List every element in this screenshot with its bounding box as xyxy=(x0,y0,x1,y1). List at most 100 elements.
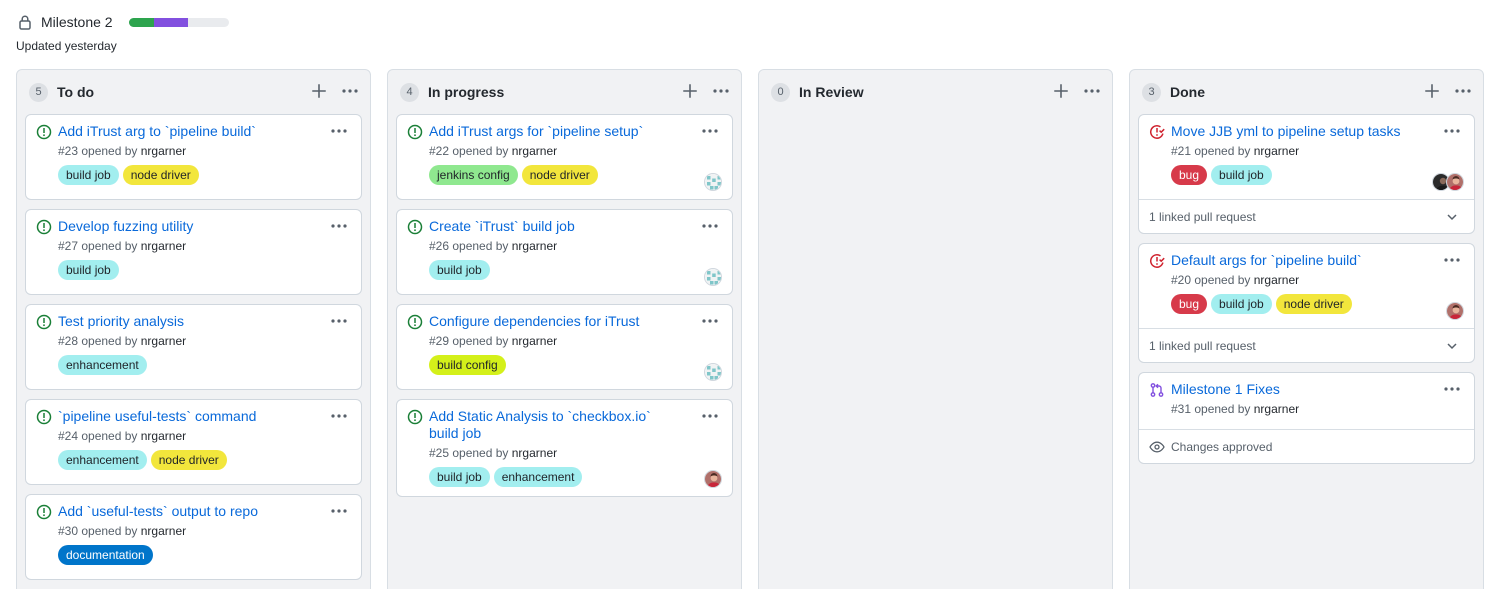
issue-label[interactable]: jenkins config xyxy=(429,165,518,185)
card-title-link[interactable]: Configure dependencies for iTrust xyxy=(429,313,722,330)
author-link[interactable]: nrgarner xyxy=(141,334,186,348)
author-link[interactable]: nrgarner xyxy=(141,429,186,443)
issue-card[interactable]: Default args for `pipeline build` #20 ope… xyxy=(1138,243,1475,363)
assignee-avatar[interactable] xyxy=(1446,302,1464,320)
label-list: build job xyxy=(429,260,722,280)
assignee-avatar[interactable] xyxy=(704,470,722,488)
author-link[interactable]: nrgarner xyxy=(512,144,557,158)
chevron-down-icon[interactable] xyxy=(1446,340,1458,352)
column-menu-kebab-icon[interactable] xyxy=(1453,82,1473,100)
issue-label[interactable]: enhancement xyxy=(493,467,583,487)
issue-label[interactable]: enhancement xyxy=(58,355,147,375)
issue-card[interactable]: Test priority analysis #28 opened by nrga… xyxy=(25,304,362,390)
issue-card[interactable]: Create `iTrust` build job #26 opened by n… xyxy=(396,209,733,295)
milestone-title[interactable]: Milestone 2 xyxy=(41,14,113,30)
add-card-plus-icon[interactable] xyxy=(1423,82,1441,100)
card-menu-kebab-icon[interactable] xyxy=(1442,252,1462,268)
card-menu-kebab-icon[interactable] xyxy=(329,123,349,139)
card-title-link[interactable]: `pipeline useful-tests` command xyxy=(58,408,351,425)
card-body: Default args for `pipeline build` #20 ope… xyxy=(1139,244,1474,328)
author-link[interactable]: nrgarner xyxy=(512,446,557,460)
card-title-link[interactable]: Milestone 1 Fixes xyxy=(1171,381,1464,398)
card-body: Add `useful-tests` output to repo #30 ope… xyxy=(26,495,361,579)
column-menu-kebab-icon[interactable] xyxy=(340,82,360,100)
issue-label[interactable]: build job xyxy=(1211,165,1272,185)
card-menu-kebab-icon[interactable] xyxy=(329,503,349,519)
card-title-link[interactable]: Develop fuzzing utility xyxy=(58,218,351,235)
issue-label[interactable]: documentation xyxy=(58,545,153,565)
author-link[interactable]: nrgarner xyxy=(512,239,557,253)
card-menu-kebab-icon[interactable] xyxy=(1442,123,1462,139)
open-issue-icon xyxy=(407,409,423,425)
assignee-avatar[interactable] xyxy=(1446,173,1464,191)
card-title-link[interactable]: Add iTrust arg to `pipeline build` xyxy=(58,123,351,140)
column-header: 5 To do xyxy=(17,70,370,114)
issue-card[interactable]: Add iTrust arg to `pipeline build` #23 op… xyxy=(25,114,362,200)
card-menu-kebab-icon[interactable] xyxy=(329,408,349,424)
card-title-link[interactable]: Add `useful-tests` output to repo xyxy=(58,503,351,520)
issue-card[interactable]: Develop fuzzing utility #27 opened by nrg… xyxy=(25,209,362,295)
issue-label[interactable]: enhancement xyxy=(58,450,147,470)
card-menu-kebab-icon[interactable] xyxy=(329,218,349,234)
card-menu-kebab-icon[interactable] xyxy=(329,313,349,329)
label-list: build job xyxy=(58,260,351,280)
add-card-plus-icon[interactable] xyxy=(310,82,328,100)
card-meta: #26 opened by nrgarner xyxy=(429,239,722,254)
linked-pr-toggle[interactable]: 1 linked pull request xyxy=(1139,199,1474,233)
updated-timestamp: Updated yesterday xyxy=(16,39,117,53)
author-link[interactable]: nrgarner xyxy=(141,524,186,538)
issue-label[interactable]: build job xyxy=(429,467,490,487)
issue-card[interactable]: Add iTrust args for `pipeline setup` #22 … xyxy=(396,114,733,200)
add-card-plus-icon[interactable] xyxy=(681,82,699,100)
card-menu-kebab-icon[interactable] xyxy=(700,123,720,139)
issue-card[interactable]: Milestone 1 Fixes #31 opened by nrgarner C… xyxy=(1138,372,1475,464)
card-title-link[interactable]: Add iTrust args for `pipeline setup` xyxy=(429,123,722,140)
assignee-avatar[interactable] xyxy=(704,363,722,381)
issue-card[interactable]: `pipeline useful-tests` command #24 opene… xyxy=(25,399,362,485)
author-link[interactable]: nrgarner xyxy=(1254,273,1299,287)
avatar-image xyxy=(1447,174,1463,190)
issue-number-text: #25 opened by xyxy=(429,446,509,460)
label-list: enhancement xyxy=(58,355,351,375)
issue-card[interactable]: Configure dependencies for iTrust #29 ope… xyxy=(396,304,733,390)
card-title-link[interactable]: Move JJB yml to pipeline setup tasks xyxy=(1171,123,1464,140)
add-card-plus-icon[interactable] xyxy=(1052,82,1070,100)
card-title-link[interactable]: Default args for `pipeline build` xyxy=(1171,252,1464,269)
author-link[interactable]: nrgarner xyxy=(1254,402,1299,416)
card-menu-kebab-icon[interactable] xyxy=(700,218,720,234)
chevron-down-icon[interactable] xyxy=(1446,211,1458,223)
issue-label[interactable]: build job xyxy=(58,260,119,280)
author-link[interactable]: nrgarner xyxy=(141,144,186,158)
linked-pr-toggle[interactable]: 1 linked pull request xyxy=(1139,328,1474,362)
card-title-link[interactable]: Test priority analysis xyxy=(58,313,351,330)
author-link[interactable]: nrgarner xyxy=(512,334,557,348)
issue-label[interactable]: node driver xyxy=(1275,294,1352,314)
issue-label[interactable]: node driver xyxy=(521,165,598,185)
review-status: Changes approved xyxy=(1139,429,1474,463)
issue-card[interactable]: Add `useful-tests` output to repo #30 ope… xyxy=(25,494,362,580)
card-menu-kebab-icon[interactable] xyxy=(700,408,720,424)
card-menu-kebab-icon[interactable] xyxy=(700,313,720,329)
card-menu-kebab-icon[interactable] xyxy=(1442,381,1462,397)
card-title-link[interactable]: Create `iTrust` build job xyxy=(429,218,722,235)
issue-label[interactable]: node driver xyxy=(122,165,199,185)
issue-label[interactable]: bug xyxy=(1171,165,1208,185)
card-title-link[interactable]: Add Static Analysis to `checkbox.io` bui… xyxy=(429,408,722,442)
assignee-avatar[interactable] xyxy=(704,173,722,191)
issue-label[interactable]: build job xyxy=(1211,294,1272,314)
issue-label[interactable]: build job xyxy=(429,260,490,280)
author-link[interactable]: nrgarner xyxy=(141,239,186,253)
open-issue-icon xyxy=(36,314,52,330)
label-list: build config xyxy=(429,355,722,375)
issue-label[interactable]: build job xyxy=(58,165,119,185)
issue-label[interactable]: build config xyxy=(429,355,506,375)
assignee-avatar[interactable] xyxy=(704,268,722,286)
issue-label[interactable]: bug xyxy=(1171,294,1208,314)
author-link[interactable]: nrgarner xyxy=(1254,144,1299,158)
issue-card[interactable]: Add Static Analysis to `checkbox.io` bui… xyxy=(396,399,733,497)
issue-number-text: #24 opened by xyxy=(58,429,138,443)
column-menu-kebab-icon[interactable] xyxy=(1082,82,1102,100)
issue-label[interactable]: node driver xyxy=(150,450,227,470)
issue-card[interactable]: Move JJB yml to pipeline setup tasks #21 … xyxy=(1138,114,1475,234)
column-menu-kebab-icon[interactable] xyxy=(711,82,731,100)
